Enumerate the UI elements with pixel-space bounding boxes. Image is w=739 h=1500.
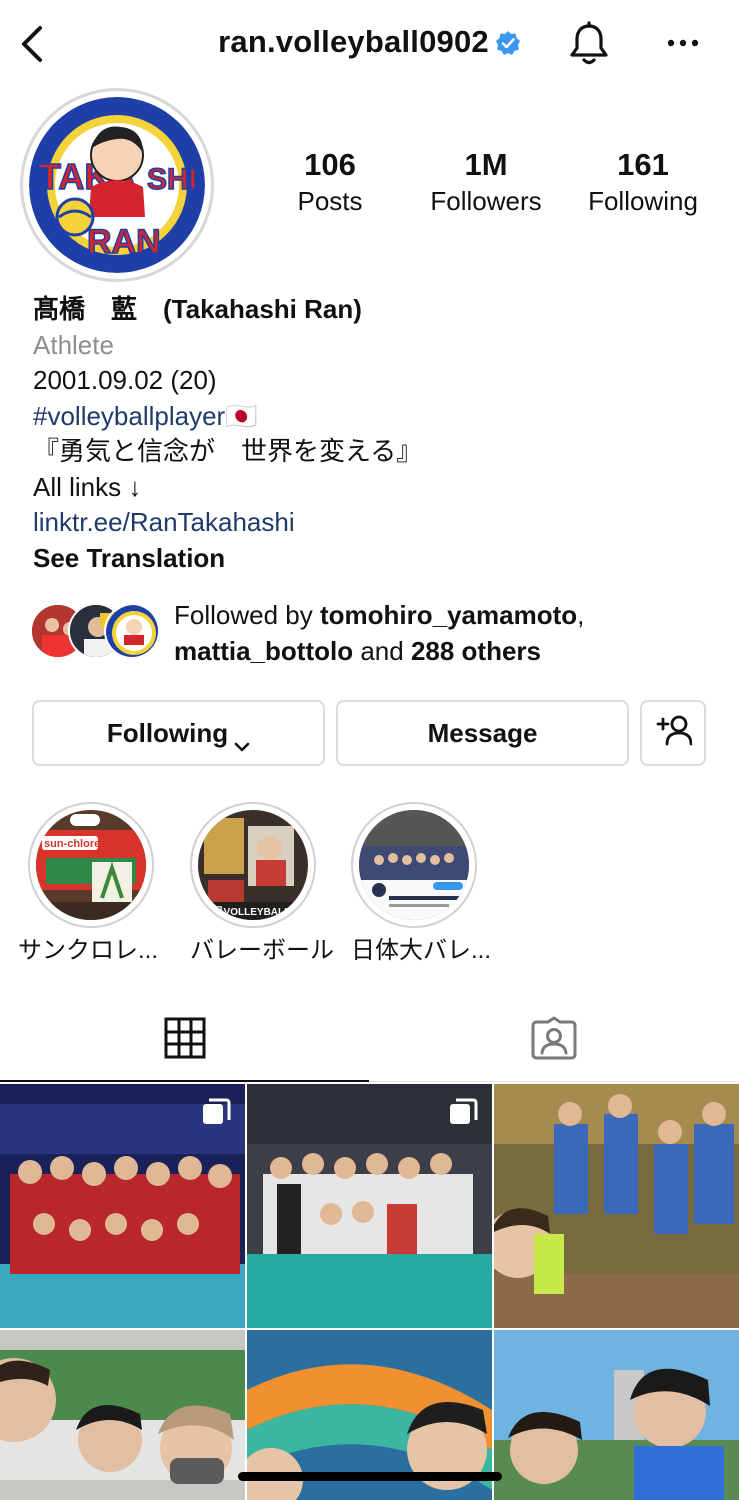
bio-quote: 『勇気と信念が 世界を変える』 [33, 436, 423, 466]
following-label: Following [588, 186, 698, 216]
grid-icon [164, 1017, 206, 1064]
tab-posts-grid[interactable] [0, 1000, 369, 1082]
profile-stats: 106 Posts 1M Followers 161 Following [250, 146, 739, 236]
home-indicator[interactable] [238, 1472, 502, 1481]
multiple-posts-icon [448, 1098, 478, 1128]
profile-header: ran.volleyball0902 [0, 0, 739, 88]
highlight-label: 日体大バレ... [351, 937, 492, 964]
more-icon[interactable] [662, 28, 704, 58]
story-highlight[interactable]: sun-chlorella サンクロレ... [18, 802, 158, 966]
post-thumbnail[interactable] [494, 1084, 739, 1328]
posts-stat[interactable]: 106 Posts [288, 146, 372, 218]
chevron-down-icon [234, 728, 250, 752]
followed-by-comma: , [577, 600, 585, 630]
posts-grid [0, 1084, 739, 1500]
mutual-avatars [30, 603, 160, 661]
multiple-posts-icon [201, 1098, 231, 1128]
posts-count: 106 [304, 147, 356, 182]
highlight-ring [351, 802, 477, 928]
profile-avatar[interactable]: TAKA SHI RAN [20, 88, 214, 282]
followed-by-and: and [353, 636, 411, 666]
svg-text:sun-chlorella: sun-chlorella [44, 838, 113, 850]
following-count: 161 [617, 147, 669, 182]
highlight-ring: sun-chlorella [28, 802, 154, 928]
highlight-cover: 3号VOLLEYBALL [198, 810, 308, 920]
bio-hashtag-line: #volleyballplayer🇯🇵 [33, 399, 723, 435]
following-button-label: Following [106, 717, 229, 748]
japan-flag-icon: 🇯🇵 [225, 400, 258, 431]
avatar-image: TAKA SHI RAN [29, 97, 205, 273]
profile-tabs [0, 1000, 739, 1082]
highlight-ring: 3号VOLLEYBALL [190, 802, 316, 928]
followed-by[interactable]: Followed by tomohiro_yamamoto, mattia_bot… [30, 597, 730, 673]
svg-text:3号VOLLEYBALL: 3号VOLLEYBALL [208, 906, 290, 918]
story-highlight[interactable]: 3号VOLLEYBALL バレーボール [190, 802, 334, 966]
bio-links-line: All links ↓ [33, 471, 142, 502]
verified-badge-icon [495, 28, 521, 55]
mutual-user-1: tomohiro_yamamoto [319, 600, 578, 630]
post-thumbnail[interactable] [0, 1330, 245, 1500]
message-button[interactable]: Message [336, 700, 629, 766]
message-button-label: Message [427, 717, 538, 748]
mutual-user-2: mattia_bottolo [174, 636, 354, 666]
suggested-users-button[interactable] [640, 700, 706, 766]
add-user-icon [654, 714, 693, 753]
tagged-icon [531, 1016, 577, 1065]
followers-stat[interactable]: 1M Followers [420, 146, 552, 218]
post-thumbnail[interactable] [0, 1084, 245, 1328]
followed-by-text: Followed by tomohiro_yamamoto, mattia_bot… [174, 597, 734, 669]
bell-icon[interactable] [566, 20, 612, 68]
following-stat[interactable]: 161 Following [578, 146, 708, 218]
mutual-avatar [104, 603, 160, 659]
profile-username: ran.volleyball0902 [0, 24, 739, 60]
tab-tagged[interactable] [369, 1000, 738, 1082]
mutual-others-count: 288 others [410, 636, 542, 666]
username-text: ran.volleyball0902 [218, 24, 489, 59]
see-translation-button[interactable]: See Translation [33, 541, 723, 577]
highlight-cover: sun-chlorella [36, 810, 146, 920]
display-name: 髙橋 藍 (Takahashi Ran) [33, 294, 362, 324]
highlight-cover [359, 810, 469, 920]
following-button[interactable]: Following [32, 700, 325, 766]
bio-birthday: 2001.09.02 (20) [33, 365, 217, 395]
posts-label: Posts [297, 186, 363, 216]
profile-bio: 髙橋 藍 (Takahashi Ran) Athlete 2001.09.02 … [33, 292, 723, 576]
story-highlight[interactable]: 日体大バレ... [351, 802, 492, 966]
highlight-label: バレーボール [190, 937, 334, 964]
followers-count: 1M [464, 147, 508, 182]
svg-text:RAN: RAN [87, 223, 161, 261]
svg-text:SHI: SHI [147, 163, 197, 196]
bio-external-link[interactable]: linktr.ee/RanTakahashi [33, 505, 723, 541]
followers-label: Followers [430, 186, 542, 216]
post-thumbnail[interactable] [494, 1330, 739, 1500]
highlight-label: サンクロレ... [18, 937, 159, 964]
hashtag-link[interactable]: #volleyballplayer [33, 401, 225, 431]
category-label: Athlete [33, 329, 114, 360]
post-thumbnail[interactable] [247, 1084, 492, 1328]
followed-by-prefix: Followed by [174, 600, 320, 630]
